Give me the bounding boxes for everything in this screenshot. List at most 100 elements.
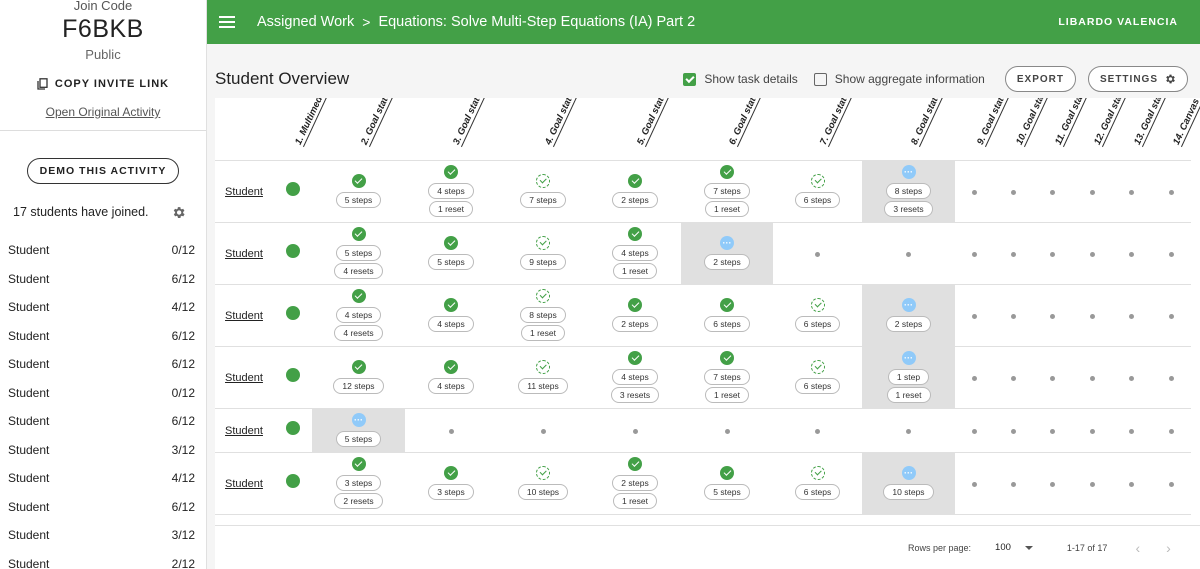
task-cell[interactable] [994,221,1033,284]
sidebar-student-row[interactable]: Student 4/12 [0,464,206,493]
task-cell[interactable] [1072,451,1112,514]
copy-invite-link-button[interactable]: COPY INVITE LINK [0,76,206,92]
task-cell[interactable] [1112,221,1151,284]
task-cell[interactable]: 6 steps [773,345,862,408]
user-name[interactable]: LIBARDO VALENCIA [1058,16,1178,28]
task-cell[interactable]: 7 steps 1 reset [681,159,773,222]
task-cell[interactable]: 8 steps 1 reset [497,283,589,346]
gear-icon[interactable] [171,205,186,220]
student-link[interactable]: Student [225,478,263,490]
task-cell[interactable] [497,407,589,452]
task-cell[interactable] [994,345,1033,408]
sidebar-student-row[interactable]: Student 6/12 [0,265,206,294]
task-cell[interactable] [955,221,994,284]
task-cell[interactable] [1112,283,1151,346]
task-cell[interactable]: ··· 1 step 1 reset [862,345,955,408]
task-cell[interactable]: 6 steps [773,451,862,514]
column-header[interactable]: 11. Goal state [1033,98,1090,160]
task-cell[interactable]: 3 steps [405,451,497,514]
sidebar-student-row[interactable]: Student 6/12 [0,350,206,379]
task-cell[interactable] [589,407,681,452]
show-aggregate-checkbox[interactable]: Show aggregate information [813,72,985,86]
column-header[interactable]: 7. Goal state [773,98,862,160]
task-cell[interactable]: 4 steps 3 resets [589,345,681,408]
show-task-details-checkbox[interactable]: Show task details [683,72,798,86]
task-cell[interactable] [405,407,497,452]
task-cell[interactable] [1072,221,1112,284]
task-cell[interactable]: ··· 2 steps [862,283,955,346]
sidebar-student-row[interactable]: Student 0/12 [0,379,206,408]
column-header[interactable]: 5. Goal state [589,98,681,160]
student-link[interactable]: Student [225,372,263,384]
student-link[interactable]: Student [225,248,263,260]
task-cell[interactable] [1151,159,1191,222]
task-cell[interactable] [773,407,862,452]
task-cell[interactable]: 2 steps [589,283,681,346]
task-cell[interactable] [1151,451,1191,514]
column-header[interactable]: 10. Goal state [994,98,1051,160]
task-cell[interactable]: 5 steps 4 resets [312,221,405,284]
task-cell[interactable] [1033,283,1072,346]
task-cell[interactable] [955,159,994,222]
task-cell[interactable]: ··· 8 steps 3 resets [862,159,955,222]
task-cell[interactable] [862,407,955,452]
open-original-activity-link[interactable]: Open Original Activity [0,104,206,120]
sidebar-student-row[interactable]: Student 6/12 [0,322,206,351]
task-cell[interactable] [1112,451,1151,514]
student-link[interactable]: Student [225,310,263,322]
task-cell[interactable] [1072,283,1112,346]
sidebar-student-row[interactable]: Student 2/12 [0,550,206,569]
sidebar-student-row[interactable]: Student 6/12 [0,407,206,436]
task-cell[interactable]: 5 steps [681,451,773,514]
task-cell[interactable] [1072,407,1112,452]
sidebar-student-row[interactable]: Student 0/12 [0,236,206,265]
column-header[interactable]: 3. Goal state [405,98,497,160]
task-cell[interactable] [1151,345,1191,408]
task-cell[interactable] [1112,345,1151,408]
task-cell[interactable] [1072,345,1112,408]
column-header[interactable]: 4. Goal state [497,98,589,160]
sidebar-student-row[interactable]: Student 6/12 [0,493,206,522]
task-cell[interactable] [1033,407,1072,452]
chevron-left-icon[interactable]: ‹ [1135,540,1140,556]
breadcrumb-assigned-work[interactable]: Assigned Work [257,14,354,30]
task-cell[interactable]: 2 steps 1 reset [589,451,681,514]
column-header[interactable]: 12. Goal state [1072,98,1129,160]
task-cell[interactable]: 6 steps [773,283,862,346]
task-cell[interactable]: 3 steps 2 resets [312,451,405,514]
task-cell[interactable] [955,407,994,452]
student-link[interactable]: Student [225,425,263,437]
task-cell[interactable] [1151,283,1191,346]
task-cell[interactable]: 4 steps 1 reset [405,159,497,222]
task-cell[interactable] [994,283,1033,346]
task-cell[interactable] [1033,451,1072,514]
task-cell[interactable]: ··· 5 steps [312,407,405,452]
rows-per-page-select[interactable]: 100 [995,542,1033,553]
task-cell[interactable]: 7 steps 1 reset [681,345,773,408]
task-cell[interactable]: 11 steps [497,345,589,408]
task-cell[interactable]: 9 steps [497,221,589,284]
task-cell[interactable] [1151,407,1191,452]
task-cell[interactable] [955,283,994,346]
task-cell[interactable] [1112,159,1151,222]
task-cell[interactable]: ··· 2 steps [681,221,773,284]
task-cell[interactable] [1033,345,1072,408]
task-cell[interactable]: 4 steps 4 resets [312,283,405,346]
task-cell[interactable] [1072,159,1112,222]
column-header[interactable]: 1. Multimedia [273,98,329,160]
column-header[interactable]: 13. Goal state [1112,98,1169,160]
task-cell[interactable]: 7 steps [497,159,589,222]
task-cell[interactable] [1112,407,1151,452]
task-cell[interactable] [1151,221,1191,284]
task-cell[interactable]: 4 steps [405,345,497,408]
column-header[interactable]: 9. Goal state [955,98,1010,160]
task-cell[interactable]: 4 steps 1 reset [589,221,681,284]
task-cell[interactable]: 12 steps [312,345,405,408]
task-cell[interactable]: 4 steps [405,283,497,346]
task-cell[interactable] [994,159,1033,222]
task-cell[interactable] [681,407,773,452]
task-cell[interactable] [955,345,994,408]
menu-icon[interactable] [219,16,235,28]
column-header[interactable]: 2. Goal state [312,98,405,160]
task-cell[interactable]: 5 steps [312,159,405,222]
